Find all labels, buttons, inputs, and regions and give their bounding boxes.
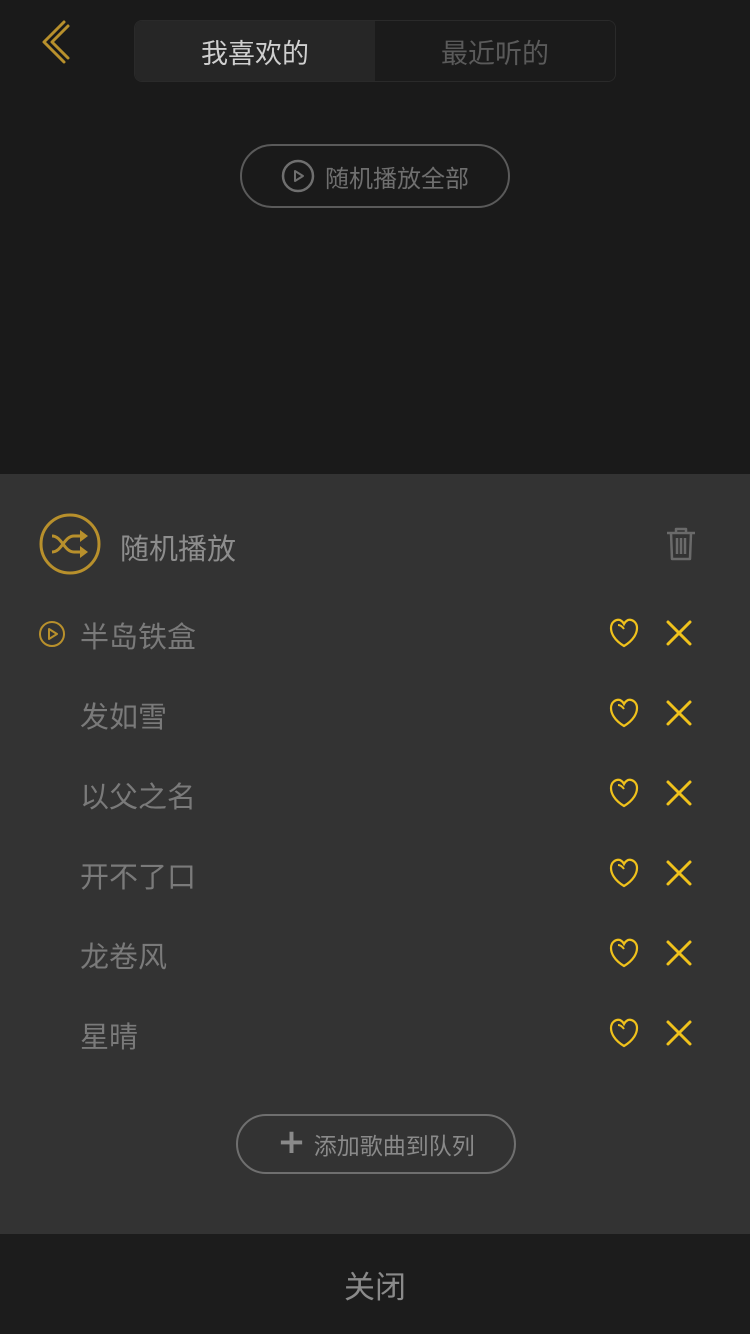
song-row[interactable]: 半岛铁盒 bbox=[0, 594, 750, 674]
song-title: 以父之名 bbox=[80, 780, 197, 814]
chevron-left-icon bbox=[42, 20, 70, 64]
heart-icon bbox=[609, 858, 639, 888]
remove-song-button[interactable] bbox=[664, 858, 694, 888]
play-queue-sheet: 随机播放 半岛铁盒 发如雪 以父之名 开不了口 龙卷风 星晴 + 添加歌曲到队列 bbox=[0, 474, 750, 1234]
close-icon bbox=[666, 700, 692, 726]
favorite-button[interactable] bbox=[608, 696, 640, 730]
close-icon bbox=[666, 1020, 692, 1046]
song-title: 半岛铁盒 bbox=[80, 620, 197, 654]
favorite-button[interactable] bbox=[608, 776, 640, 810]
tab-recent[interactable]: 最近听的 bbox=[375, 21, 615, 81]
close-icon bbox=[666, 940, 692, 966]
remove-song-button[interactable] bbox=[664, 698, 694, 728]
close-icon bbox=[666, 780, 692, 806]
trash-icon bbox=[667, 527, 695, 561]
close-icon bbox=[666, 860, 692, 886]
remove-song-button[interactable] bbox=[664, 778, 694, 808]
close-icon bbox=[666, 620, 692, 646]
shuffle-all-label: 随机播放全部 bbox=[325, 164, 469, 193]
play-circle-icon bbox=[281, 159, 315, 193]
close-button[interactable]: 关闭 bbox=[0, 1234, 750, 1334]
song-title: 龙卷风 bbox=[80, 940, 168, 974]
clear-queue-button[interactable] bbox=[664, 526, 698, 562]
favorite-button[interactable] bbox=[608, 936, 640, 970]
song-row[interactable]: 发如雪 bbox=[0, 674, 750, 754]
remove-song-button[interactable] bbox=[664, 618, 694, 648]
song-row[interactable]: 星晴 bbox=[0, 994, 750, 1074]
play-mode-label: 随机播放 bbox=[120, 532, 237, 566]
favorite-button[interactable] bbox=[608, 616, 640, 650]
close-label: 关闭 bbox=[344, 1269, 406, 1306]
song-title: 开不了口 bbox=[80, 860, 197, 894]
heart-icon bbox=[609, 618, 639, 648]
shuffle-all-button[interactable]: 随机播放全部 bbox=[240, 144, 510, 208]
queue-header: 随机播放 bbox=[38, 512, 698, 576]
favorite-button[interactable] bbox=[608, 856, 640, 890]
plus-icon: + bbox=[277, 1122, 306, 1162]
song-title: 星晴 bbox=[80, 1020, 139, 1054]
heart-icon bbox=[609, 778, 639, 808]
play-mode-button[interactable] bbox=[38, 512, 102, 576]
back-button[interactable] bbox=[34, 18, 80, 68]
remove-song-button[interactable] bbox=[664, 1018, 694, 1048]
now-playing-icon bbox=[38, 620, 66, 648]
song-row[interactable]: 开不了口 bbox=[0, 834, 750, 914]
remove-song-button[interactable] bbox=[664, 938, 694, 968]
heart-icon bbox=[609, 698, 639, 728]
shuffle-icon bbox=[39, 513, 101, 575]
heart-icon bbox=[609, 1018, 639, 1048]
song-row[interactable]: 以父之名 bbox=[0, 754, 750, 834]
add-to-queue-button[interactable]: + 添加歌曲到队列 bbox=[236, 1114, 516, 1174]
tab-favorites[interactable]: 我喜欢的 bbox=[135, 21, 375, 81]
heart-icon bbox=[609, 938, 639, 968]
tab-group: 我喜欢的 最近听的 bbox=[134, 20, 616, 82]
song-title: 发如雪 bbox=[80, 700, 168, 734]
song-row[interactable]: 龙卷风 bbox=[0, 914, 750, 994]
add-to-queue-label: 添加歌曲到队列 bbox=[313, 1134, 475, 1160]
favorite-button[interactable] bbox=[608, 1016, 640, 1050]
